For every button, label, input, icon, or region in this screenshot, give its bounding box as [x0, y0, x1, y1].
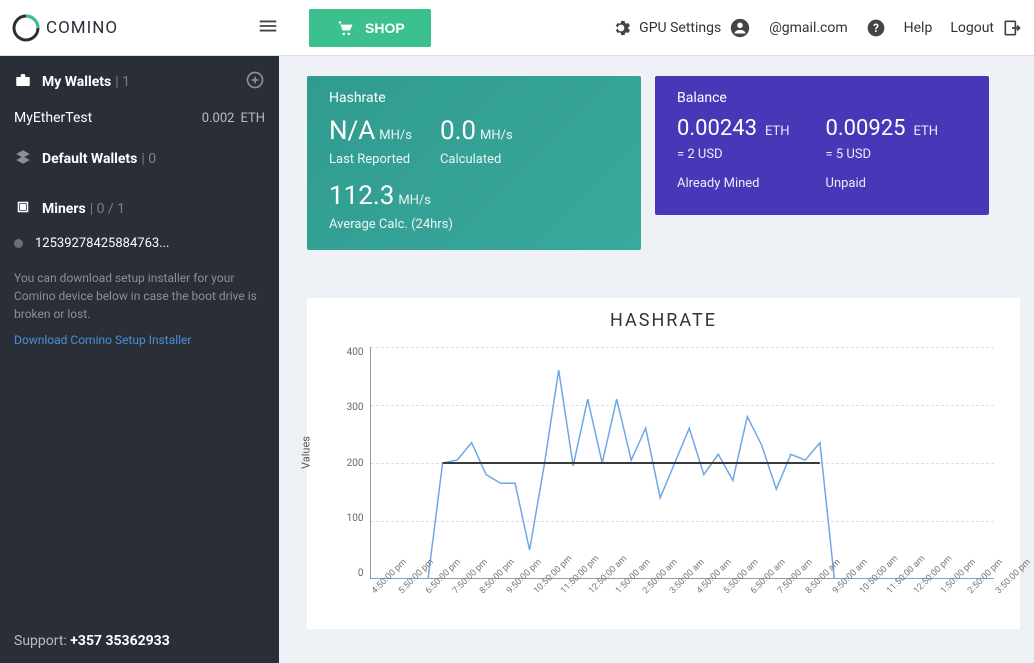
main-content: Hashrate N/A MH/s Last Reported 0.0 MH/s C… [279, 56, 1034, 663]
logout-link[interactable]: Logout [950, 18, 1022, 38]
support-footer: Support: +357 35362933 [0, 619, 279, 663]
default-wallets-count: | 0 [141, 151, 156, 167]
logout-icon [1002, 18, 1022, 38]
support-phone[interactable]: +357 35362933 [70, 633, 169, 649]
chart-title: HASHRATE [317, 310, 1010, 331]
balance-unpaid-usd: = 5 USD [826, 147, 939, 162]
briefcase-icon [14, 71, 32, 93]
balance-title: Balance [677, 90, 967, 106]
balance-card: Balance 0.00243 ETH = 2 USD Already Mine… [655, 76, 989, 215]
hashrate-calc-label: Calculated [440, 152, 513, 167]
setup-help-text: You can download setup installer for you… [0, 259, 279, 333]
hashrate-avg-label: Average Calc. (24hrs) [329, 217, 619, 232]
hashrate-avg-value: 112.3 [329, 181, 394, 211]
balance-mined-unit: ETH [765, 124, 790, 139]
miners-label: Miners [42, 201, 86, 217]
svg-text:?: ? [873, 21, 879, 35]
balance-unpaid-label: Unpaid [826, 176, 939, 191]
hamburger-icon[interactable] [257, 15, 279, 41]
logo-icon [12, 14, 40, 42]
help-link[interactable]: Help [904, 20, 933, 36]
support-label: Support: [14, 633, 70, 649]
hashrate-calc-unit: MH/s [480, 128, 513, 143]
default-wallets-header[interactable]: Default Wallets | 0 [14, 148, 265, 170]
hashrate-reported-label: Last Reported [329, 152, 412, 167]
balance-mined-label: Already Mined [677, 176, 790, 191]
balance-mined-usd: = 2 USD [677, 147, 790, 162]
chart-y-label: Values [299, 436, 312, 469]
hashrate-reported-unit: MH/s [379, 128, 412, 143]
miners-count: | 0 / 1 [90, 201, 125, 217]
gear-icon [611, 18, 631, 38]
hashrate-reported-value: N/A [329, 116, 375, 146]
cart-icon [335, 18, 355, 38]
layers-icon [14, 148, 32, 170]
miner-item[interactable]: 12539278425884763... [0, 228, 279, 259]
hashrate-card: Hashrate N/A MH/s Last Reported 0.0 MH/s C… [307, 76, 641, 250]
my-wallets-header[interactable]: My Wallets | 1 [14, 70, 265, 94]
help-icon[interactable]: ? [866, 18, 886, 38]
hashrate-calc-value: 0.0 [440, 116, 476, 146]
miner-id: 12539278425884763... [35, 236, 170, 251]
wallet-currency: ETH [240, 111, 265, 126]
my-wallets-count: | 1 [115, 74, 130, 90]
add-wallet-button[interactable] [245, 70, 265, 94]
hashrate-chart: HASHRATE Values 4003002001000 4:50:00 pm… [307, 298, 1020, 629]
chart-x-ticks: 4:50:00 pm5:50:00 pm6:50:00 pm7:50:00 pm… [370, 583, 994, 625]
chart-y-ticks: 4003002001000 [338, 347, 364, 579]
user-email[interactable]: @gmail.com [769, 20, 847, 36]
balance-unpaid-unit: ETH [913, 124, 938, 139]
hashrate-avg-unit: MH/s [398, 193, 431, 208]
hashrate-title: Hashrate [329, 90, 619, 106]
gpu-settings-link[interactable]: GPU Settings [611, 17, 751, 39]
gpu-settings-label: GPU Settings [639, 20, 721, 36]
default-wallets-label: Default Wallets [42, 151, 137, 167]
logout-label: Logout [950, 20, 994, 36]
status-dot-offline [14, 239, 23, 248]
chip-icon [14, 198, 32, 220]
wallet-amount: 0.002 [202, 111, 235, 126]
chart-plot [370, 347, 994, 579]
my-wallets-label: My Wallets [42, 74, 111, 90]
wallet-item[interactable]: MyEtherTest 0.002 ETH [0, 102, 279, 134]
account-icon [729, 17, 751, 39]
miners-header[interactable]: Miners | 0 / 1 [14, 198, 265, 220]
download-installer-link[interactable]: Download Comino Setup Installer [0, 333, 279, 347]
shop-label: SHOP [365, 20, 405, 36]
balance-unpaid-value: 0.00925 [826, 116, 906, 141]
app-header: COMINO SHOP GPU Settings @gmail.com ? He… [0, 0, 1034, 56]
shop-button[interactable]: SHOP [309, 9, 431, 47]
logo[interactable]: COMINO [12, 14, 247, 42]
wallet-name: MyEtherTest [14, 110, 92, 126]
brand-text: COMINO [46, 18, 118, 38]
balance-mined-value: 0.00243 [677, 116, 757, 141]
sidebar: My Wallets | 1 MyEtherTest 0.002 ETH Def… [0, 56, 279, 663]
